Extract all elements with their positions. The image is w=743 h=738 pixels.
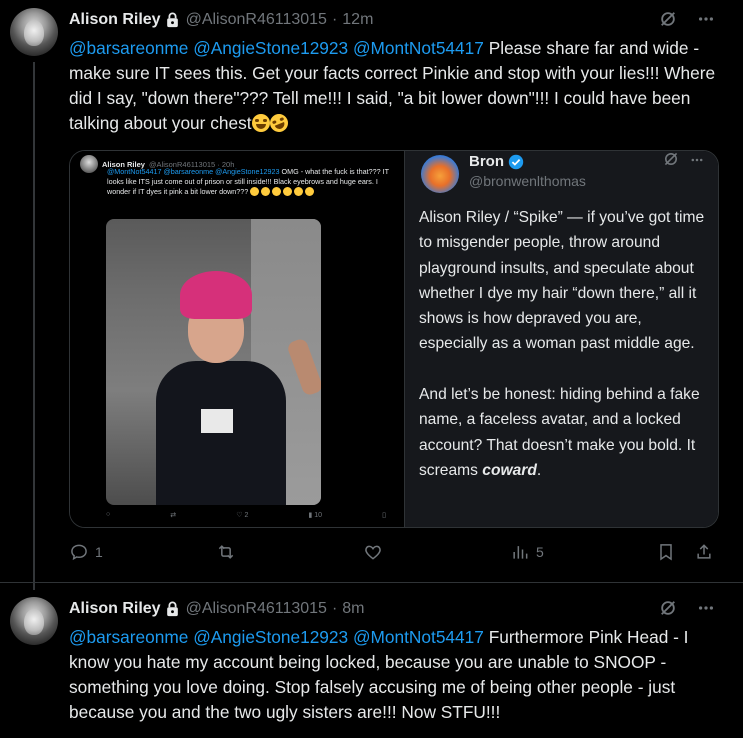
author-name[interactable]: Alison Riley bbox=[69, 11, 161, 29]
paragraph-1: Alison Riley / “Spike” — if you’ve got t… bbox=[419, 209, 709, 353]
share-icon bbox=[697, 544, 711, 559]
verified-badge-icon bbox=[508, 154, 524, 169]
embedded-actions: ○ ⇄ ♡ 2 ▮ 10 ▯ bbox=[106, 511, 386, 519]
avatar[interactable] bbox=[10, 597, 58, 645]
tweet-header: Alison Riley @AlisonR46113015 · 8m bbox=[69, 598, 365, 620]
views-button[interactable]: 5 bbox=[510, 542, 544, 562]
like-count: ♡ 2 bbox=[236, 512, 249, 519]
emphasis-coward: coward bbox=[482, 461, 537, 479]
like-button[interactable] bbox=[363, 542, 383, 562]
mention-link[interactable]: @AngieStone12923 bbox=[193, 627, 348, 647]
tweet-actions: 1 5 bbox=[69, 542, 717, 566]
retweet-icon bbox=[218, 545, 234, 559]
bookmark-button[interactable] bbox=[656, 542, 676, 562]
rofl-emoji-icon bbox=[266, 111, 291, 135]
attached-media[interactable]: Alison Riley @AlisonR46113015 · 20h @Mon… bbox=[69, 150, 719, 528]
reply-icon: ○ bbox=[106, 511, 111, 518]
reply-button[interactable]: 1 bbox=[69, 542, 103, 562]
photo bbox=[106, 219, 321, 505]
thread-line bbox=[33, 62, 35, 590]
timestamp[interactable]: 8m bbox=[342, 600, 364, 618]
avatar bbox=[421, 155, 459, 193]
author-handle[interactable]: @AlisonR46113015 bbox=[186, 600, 327, 618]
mention-link[interactable]: @AngieStone12923 bbox=[193, 38, 348, 58]
more-icon[interactable] bbox=[697, 10, 715, 28]
views-count: ▮ 10 bbox=[308, 512, 323, 519]
separator-dot: · bbox=[331, 11, 338, 28]
tweet-text: @barsareonme @AngieStone12923 @MontNot54… bbox=[69, 36, 719, 136]
media-image-right[interactable]: Bron @bronwenlthomas Alison Riley / “Spi… bbox=[405, 151, 718, 527]
author-name[interactable]: Alison Riley bbox=[69, 600, 161, 618]
timestamp[interactable]: 12m bbox=[342, 11, 373, 29]
embedded-author-handle: @bronwenlthomas bbox=[469, 173, 586, 189]
laughing-emoji-icon bbox=[251, 114, 270, 132]
emoji-row-icon bbox=[250, 187, 315, 196]
tweet-top-icons bbox=[659, 10, 715, 28]
reply-icon bbox=[71, 544, 87, 561]
grok-icon[interactable] bbox=[659, 599, 677, 617]
heart-icon bbox=[365, 545, 381, 560]
media-image-left[interactable]: Alison Riley @AlisonR46113015 · 20h @Mon… bbox=[70, 151, 405, 527]
more-icon bbox=[691, 158, 703, 162]
separator-dot: · bbox=[331, 600, 338, 617]
author-handle[interactable]: @AlisonR46113015 bbox=[186, 11, 327, 29]
share-button[interactable] bbox=[694, 542, 714, 562]
more-icon[interactable] bbox=[697, 599, 715, 617]
retweet-icon: ⇄ bbox=[170, 512, 177, 519]
embedded-tweet-text: Alison Riley / “Spike” — if you’ve got t… bbox=[419, 205, 709, 483]
bookmark-icon bbox=[660, 544, 672, 561]
lock-icon bbox=[166, 12, 178, 28]
avatar bbox=[80, 155, 98, 173]
paragraph-2-end: . bbox=[536, 461, 542, 479]
tweet-header: Alison Riley @AlisonR46113015 · 12m bbox=[69, 9, 373, 31]
views-count: 5 bbox=[536, 544, 544, 560]
divider bbox=[0, 582, 743, 583]
mention-link[interactable]: @barsareonme bbox=[69, 627, 188, 647]
tweet-text: @barsareonme @AngieStone12923 @MontNot54… bbox=[69, 625, 719, 725]
avatar[interactable] bbox=[10, 8, 58, 56]
views-icon bbox=[513, 546, 528, 559]
reply-count: 1 bbox=[95, 544, 103, 560]
embedded-author-name: Bron bbox=[469, 153, 504, 170]
mention-link[interactable]: @barsareonme bbox=[69, 38, 188, 58]
grok-icon[interactable] bbox=[659, 10, 677, 28]
grok-icon bbox=[664, 152, 678, 166]
mention-link[interactable]: @MontNot54417 bbox=[353, 627, 484, 647]
paragraph-2: And let’s be honest: hiding behind a fak… bbox=[419, 386, 704, 479]
embedded-mentions: @MontNot54417 @barsareonme @AngieStone12… bbox=[107, 167, 280, 176]
retweet-button[interactable] bbox=[216, 542, 236, 562]
embedded-tweet-text: @MontNot54417 @barsareonme @AngieStone12… bbox=[107, 167, 397, 197]
bookmark-icon: ▯ bbox=[382, 512, 386, 519]
mention-link[interactable]: @MontNot54417 bbox=[353, 38, 484, 58]
lock-icon bbox=[166, 601, 178, 617]
embedded-author: Bron bbox=[469, 153, 524, 170]
tweet-top-icons bbox=[659, 599, 715, 617]
